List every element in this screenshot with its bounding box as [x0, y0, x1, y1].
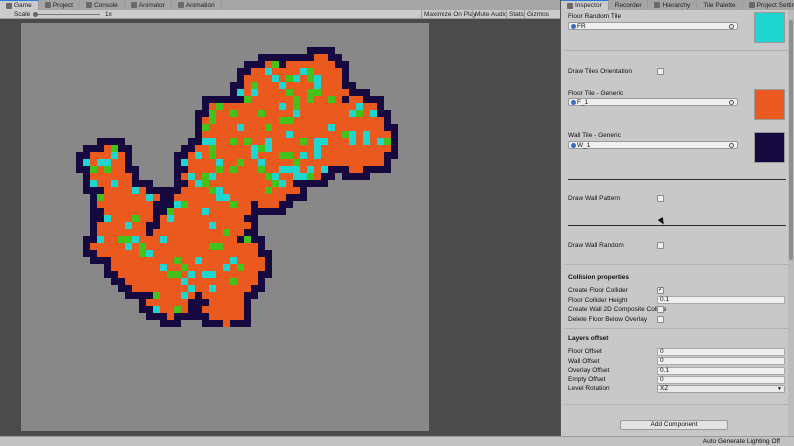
section-divider [565, 264, 789, 265]
tab-tile-palette[interactable]: Tile Palette [697, 0, 743, 10]
scale-slider-track[interactable] [36, 14, 100, 15]
delete-floor-below-overlay-label: Delete Floor Below Overlay [568, 316, 648, 323]
floor-random-tile-label: Floor Random Tile [568, 13, 622, 20]
inspector-scroll-thumb[interactable] [789, 20, 793, 260]
tab-label: Console [93, 1, 118, 9]
wall-offset-label: Wall Offset [568, 358, 600, 365]
wall-tile-generic-value: W_1 [577, 142, 591, 149]
create-wall-collider-label: Create Wall 2D Composite Collide [568, 306, 667, 313]
object-picker-icon[interactable] [729, 143, 734, 148]
animation-icon [177, 2, 184, 8]
game-toolbar: Scale 1x Maximize On Play Mute Audio Sta… [0, 10, 560, 19]
tab-console[interactable]: Console [80, 0, 125, 10]
tab-project[interactable]: Project [39, 0, 80, 10]
level-rotation-dropdown[interactable]: XZ ▼ [657, 385, 785, 393]
section-divider [565, 404, 789, 405]
maximize-on-play-button[interactable]: Maximize On Play [421, 10, 478, 19]
empty-offset-input[interactable]: 0 [657, 376, 785, 384]
wall-tile-preview [754, 132, 785, 163]
left-tab-bar: Game Project Console Animator Animation [0, 0, 560, 10]
game-viewport[interactable] [21, 23, 429, 431]
info-icon [567, 2, 573, 9]
gizmos-button[interactable]: Gizmos [524, 10, 551, 19]
tab-label: Recorder [614, 1, 642, 9]
floor-offset-label: Floor Offset [568, 348, 602, 355]
section-divider [565, 328, 789, 329]
dungeon-map [76, 47, 398, 327]
hierarchy-icon [654, 2, 661, 8]
overlay-offset-label: Overlay Offset [568, 367, 610, 374]
floor-tile-preview [754, 89, 785, 120]
collision-properties-header: Collision properties [568, 274, 630, 281]
scale-label: Scale [14, 11, 31, 18]
game-view[interactable] [0, 19, 560, 446]
animator-icon [130, 2, 137, 8]
empty-offset-label: Empty Offset [568, 376, 606, 383]
tab-animation[interactable]: Animation [172, 0, 222, 10]
create-floor-collider-checkbox[interactable]: ✓ [657, 287, 664, 294]
level-rotation-value: XZ [660, 385, 669, 392]
tab-animator[interactable]: Animator [125, 0, 172, 10]
tab-label: Animation [185, 1, 215, 9]
right-tab-bar: Inspector Recorder Hierarchy Tile Palette Pr… [561, 0, 794, 10]
scale-slider-knob[interactable] [33, 12, 38, 17]
asset-icon [571, 100, 576, 105]
stats-button[interactable]: Stats [506, 10, 526, 19]
floor-offset-input[interactable]: 0 [657, 348, 785, 356]
tab-project-settin[interactable]: Project Settin [743, 0, 794, 10]
draw-tiles-orientation-label: Draw Tiles Orientation [568, 68, 632, 75]
section-divider [565, 50, 789, 51]
level-rotation-label: Level Rotation [568, 385, 610, 392]
floor-tile-generic-field[interactable]: F_1 [568, 98, 738, 106]
floor-random-tile-value: FR [577, 23, 586, 30]
overlay-offset-input[interactable]: 0.1 [657, 367, 785, 375]
mute-audio-button[interactable]: Mute Audio [472, 10, 510, 19]
floor-random-tile-field[interactable]: FR [568, 22, 738, 30]
object-picker-icon[interactable] [729, 24, 734, 29]
gear-icon [748, 2, 755, 8]
layers-offset-header: Layers offset [568, 335, 609, 342]
tab-label: Project [52, 1, 73, 9]
wall-random-divider [568, 225, 786, 226]
tab-inspector[interactable]: Inspector [561, 0, 609, 10]
add-component-button[interactable]: Add Component [620, 420, 728, 430]
asset-icon [571, 24, 576, 29]
draw-wall-pattern-checkbox[interactable] [657, 195, 664, 202]
tab-hierarchy[interactable]: Hierarchy [648, 0, 698, 10]
asset-icon [571, 143, 576, 148]
tab-label: Game [14, 2, 32, 9]
floor-tile-generic-value: F_1 [577, 99, 589, 106]
object-picker-icon[interactable] [729, 100, 734, 105]
wall-offset-input[interactable]: 0 [657, 357, 785, 365]
tab-label: Animator [138, 1, 165, 9]
create-wall-collider-checkbox[interactable] [657, 306, 664, 313]
draw-wall-pattern-label: Draw Wall Pattern [568, 195, 621, 202]
status-text: Auto Generate Lighting Off [702, 438, 780, 445]
tab-recorder[interactable]: Recorder [609, 0, 649, 10]
delete-floor-below-overlay-checkbox[interactable] [657, 316, 664, 323]
floor-collider-height-label: Floor Collider Height [568, 297, 628, 304]
folder-icon [44, 2, 51, 8]
scale-value: 1x [105, 11, 112, 18]
console-icon [85, 2, 92, 8]
tab-game[interactable]: Game [0, 0, 39, 10]
tab-label: Tile Palette [703, 1, 736, 9]
wall-section-divider [568, 179, 786, 180]
tab-label: Hierarchy [662, 1, 691, 9]
draw-wall-random-label: Draw Wall Random [568, 242, 624, 249]
floor-collider-height-input[interactable]: 0.1 [657, 296, 785, 304]
wall-tile-generic-label: Wall Tile - Generic [568, 132, 621, 139]
wall-tile-generic-field[interactable]: W_1 [568, 141, 738, 149]
chevron-down-icon: ▼ [777, 386, 782, 392]
floor-random-tile-preview [754, 12, 785, 43]
game-icon [6, 2, 12, 9]
draw-tiles-orientation-checkbox[interactable] [657, 68, 664, 75]
tab-label: Project Settin [756, 1, 794, 9]
floor-tile-generic-label: Floor Tile - Generic [568, 90, 624, 97]
status-bar: Auto Generate Lighting Off [0, 436, 794, 446]
draw-wall-random-checkbox[interactable] [657, 242, 664, 249]
tab-label: Inspector [575, 2, 602, 9]
create-floor-collider-label: Create Floor Collider [568, 287, 628, 294]
